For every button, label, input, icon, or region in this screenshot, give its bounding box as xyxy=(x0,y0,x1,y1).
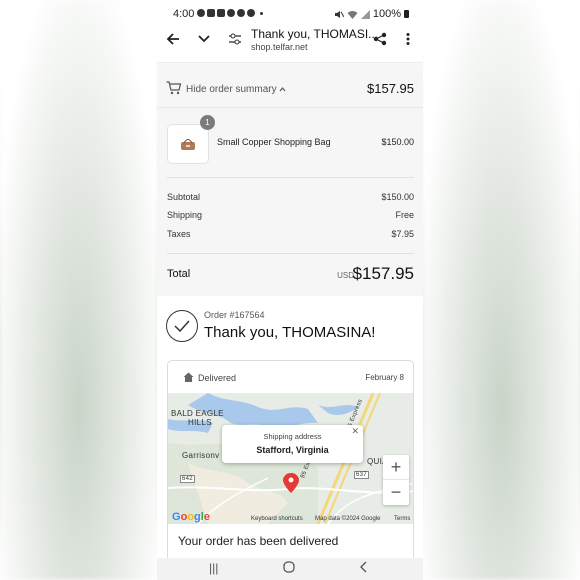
quantity-badge: 1 xyxy=(200,115,215,130)
route-shield: 642 xyxy=(180,475,195,483)
shipping-label: Shipping xyxy=(167,210,203,220)
chat-icon xyxy=(197,9,205,17)
site-settings-button[interactable] xyxy=(226,30,244,48)
system-nav-bar: ||| xyxy=(157,558,423,580)
hide-summary-label: Hide order summary xyxy=(186,84,277,95)
delivered-heading: Your order has been delivered xyxy=(178,534,339,548)
divider xyxy=(157,62,423,70)
background-blur-left xyxy=(0,0,157,580)
battery-icon xyxy=(404,10,409,18)
delivery-status: Delivered xyxy=(198,373,237,383)
taxes-value: $7.95 xyxy=(391,229,414,239)
route-shield: 637 xyxy=(354,471,369,479)
messenger-icon xyxy=(237,9,245,17)
collapse-button[interactable] xyxy=(195,30,213,48)
divider xyxy=(167,177,414,178)
back-nav-button[interactable] xyxy=(359,561,367,576)
zoom-out-button[interactable]: − xyxy=(383,480,409,505)
notification-icons xyxy=(197,9,263,17)
hide-summary-link[interactable]: Hide order summary xyxy=(186,84,286,95)
more-vert-icon xyxy=(406,33,410,45)
share-button[interactable] xyxy=(371,30,389,48)
taxes-label: Taxes xyxy=(167,229,191,239)
map-data-attribution: Map data ©2024 Google xyxy=(315,516,381,522)
status-right: 100% xyxy=(334,8,409,20)
home-icon xyxy=(183,372,194,382)
chevron-left-icon xyxy=(360,561,367,573)
zoom-controls: + − xyxy=(383,455,409,505)
map-label: BALD EAGLE xyxy=(171,409,224,418)
recent-apps-button[interactable]: ||| xyxy=(209,561,218,575)
bag-image xyxy=(181,139,195,150)
order-number: Order #167564 xyxy=(204,310,265,320)
popup-location: Stafford, Virginia xyxy=(256,445,329,455)
popup-title: Shipping address xyxy=(263,432,322,441)
currency-code: USD xyxy=(337,271,354,280)
battery-percent: 100% xyxy=(372,8,401,20)
google-logo: Google xyxy=(172,511,210,523)
chevron-up-icon xyxy=(279,87,286,92)
product-name: Small Copper Shopping Bag xyxy=(217,137,331,147)
tune-icon xyxy=(229,33,241,45)
divider xyxy=(167,253,414,254)
total-amount: $157.95 xyxy=(352,264,414,283)
status-time: 4:00 xyxy=(173,8,195,20)
map-label: Garrisonv xyxy=(182,451,220,460)
more-dot-icon xyxy=(260,12,263,15)
wifi-icon xyxy=(347,10,358,19)
facebook-icon xyxy=(227,9,235,17)
terms-link[interactable]: Terms xyxy=(394,516,410,522)
keyboard-shortcuts-link[interactable]: Keyboard shortcuts xyxy=(251,516,303,522)
summary-total: $157.95 xyxy=(367,81,414,96)
product-thumbnail xyxy=(167,124,209,164)
product-price: $150.00 xyxy=(381,137,414,147)
total-label: Total xyxy=(167,268,191,280)
thank-you-heading: Thank you, THOMASINA! xyxy=(204,324,376,341)
browser-toolbar: Thank you, THOMASI... shop.telfar.net xyxy=(157,24,423,56)
delivery-date: February 8 xyxy=(365,373,404,382)
page-title[interactable]: Thank you, THOMASI... xyxy=(251,27,378,41)
signal-icon xyxy=(360,9,370,19)
app-icon xyxy=(217,9,225,17)
close-popup-button[interactable]: ✕ xyxy=(351,426,359,437)
order-summary-toggle[interactable]: Hide order summary $157.95 xyxy=(157,70,423,108)
cart-icon xyxy=(166,81,182,95)
facebook-icon xyxy=(247,9,255,17)
map-label: HILLS xyxy=(188,418,212,427)
shipping-value: Free xyxy=(395,210,414,220)
home-circle-icon xyxy=(283,561,295,573)
shipping-address-popup: Shipping address Stafford, Virginia ✕ xyxy=(222,425,363,463)
mute-icon xyxy=(334,10,344,18)
chevron-down-icon xyxy=(198,35,210,43)
share-icon xyxy=(373,32,387,46)
total-row: Total USD $157.95 xyxy=(167,264,414,286)
delivery-card: Delivered February 8 BALD EAGLE HILLS Ga… xyxy=(167,360,414,570)
home-button[interactable] xyxy=(283,561,295,576)
background-blur-right xyxy=(423,0,580,580)
subtotal-label: Subtotal xyxy=(167,192,201,202)
app-icon xyxy=(207,9,215,17)
shipping-map[interactable]: BALD EAGLE HILLS Garrisonv QUIA 642 637 … xyxy=(168,393,413,524)
checkmark-icon xyxy=(174,320,190,332)
arrow-left-icon xyxy=(166,33,179,45)
order-confirmed-badge xyxy=(166,310,198,342)
more-menu-button[interactable] xyxy=(399,30,417,48)
subtotal-value: $150.00 xyxy=(381,192,414,202)
phone-screen: 4:00 100% Thank you, THOMASI... shop.tel… xyxy=(157,0,423,580)
zoom-in-button[interactable]: + xyxy=(383,455,409,480)
back-button[interactable] xyxy=(164,30,182,48)
page-url[interactable]: shop.telfar.net xyxy=(251,42,308,52)
